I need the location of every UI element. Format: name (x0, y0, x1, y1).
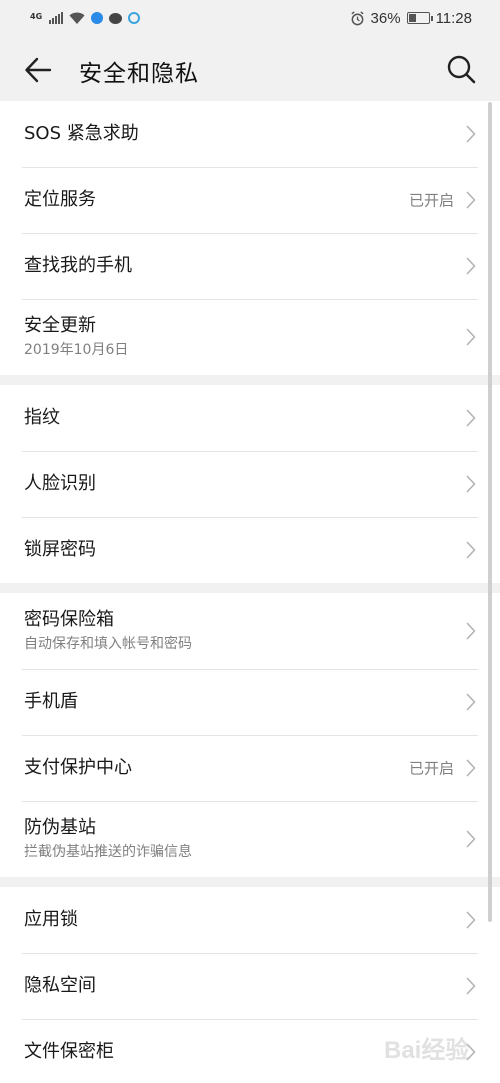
item-status: 已开启 (408, 191, 454, 210)
chevron-right-icon (466, 125, 476, 143)
settings-item[interactable]: 密码保险箱自动保存和填入帐号和密码 (0, 593, 500, 670)
status-left: 4G (30, 12, 141, 24)
settings-item[interactable]: 手机盾 (0, 669, 500, 736)
chevron-right-icon (466, 257, 476, 275)
chevron-right-icon (466, 191, 476, 209)
settings-item[interactable]: 隐私空间 (0, 953, 500, 1020)
item-title: 密码保险箱 (24, 609, 114, 630)
settings-item[interactable]: 防伪基站拦截伪基站推送的诈骗信息 (0, 801, 500, 877)
settings-group: 密码保险箱自动保存和填入帐号和密码手机盾支付保护中心 已开启防伪基站拦截伪基站推送… (0, 593, 500, 877)
title-bar: 安全和隐私 (0, 36, 500, 102)
watermark: Bai经验 (384, 1037, 470, 1064)
item-status: 已开启 (408, 759, 454, 778)
settings-item[interactable]: SOS 紧急求助 (0, 101, 500, 168)
battery-fill (408, 14, 416, 22)
settings-item[interactable]: 指纹 (0, 385, 500, 452)
item-title: 手机盾 (24, 691, 78, 712)
wifi-icon (69, 12, 85, 24)
item-title: 指纹 (24, 407, 60, 428)
page-title: 安全和隐私 (79, 61, 199, 87)
settings-list: SOS 紧急求助定位服务 已开启查找我的手机 安全更新 2019年10月6日指纹人脸识… (0, 101, 500, 1083)
settings-item[interactable]: 锁屏密码 (0, 517, 500, 583)
network-type: 4G (30, 12, 43, 21)
chevron-right-icon (466, 622, 476, 640)
item-subtitle: 2019年10月6日 (24, 342, 129, 358)
chevron-right-icon (466, 759, 476, 777)
item-title: 查找我的手机 (24, 255, 132, 276)
settings-item[interactable]: 应用锁 (0, 887, 500, 954)
chat-icon (109, 12, 123, 24)
settings-item[interactable]: 安全更新 2019年10月6日 (0, 299, 500, 375)
item-title: 人脸识别 (24, 473, 96, 494)
chevron-right-icon (466, 911, 476, 929)
app-notification-icon (128, 12, 141, 24)
settings-item[interactable]: 定位服务 已开启 (0, 167, 500, 234)
item-title: 锁屏密码 (24, 539, 96, 560)
settings-item[interactable]: 查找我的手机 (0, 233, 500, 300)
item-title: 防伪基站 (24, 817, 96, 838)
settings-item[interactable]: 支付保护中心 已开启 (0, 735, 500, 802)
alarm-icon (350, 10, 364, 25)
back-arrow-icon[interactable] (24, 56, 52, 84)
chevron-right-icon (466, 693, 476, 711)
chevron-right-icon (466, 977, 476, 995)
battery-icon (406, 12, 433, 24)
signal-icon (49, 12, 64, 24)
chevron-right-icon (466, 830, 476, 848)
chevron-right-icon (466, 475, 476, 493)
settings-group: SOS 紧急求助定位服务 已开启查找我的手机 安全更新 2019年10月6日 (0, 101, 500, 375)
clock: 11:28 (435, 9, 472, 27)
status-bar: 4G 36% 11:28 (0, 0, 500, 36)
item-title: 应用锁 (24, 909, 78, 930)
chevron-right-icon (466, 409, 476, 427)
status-right: 36% 11:28 (350, 10, 472, 27)
item-title: 安全更新 (24, 315, 96, 336)
search-icon[interactable] (446, 54, 476, 84)
item-subtitle: 自动保存和填入帐号和密码 (24, 636, 192, 652)
item-title: 隐私空间 (24, 975, 96, 996)
chevron-right-icon (466, 328, 476, 346)
settings-group: 指纹人脸识别锁屏密码 (0, 385, 500, 583)
browser-icon (91, 12, 104, 24)
chevron-right-icon (466, 541, 476, 559)
item-title: SOS 紧急求助 (24, 123, 139, 144)
scrollbar[interactable] (488, 102, 492, 922)
battery-percent: 36% (370, 9, 401, 27)
settings-item[interactable]: 人脸识别 (0, 451, 500, 518)
item-subtitle: 拦截伪基站推送的诈骗信息 (24, 844, 192, 860)
